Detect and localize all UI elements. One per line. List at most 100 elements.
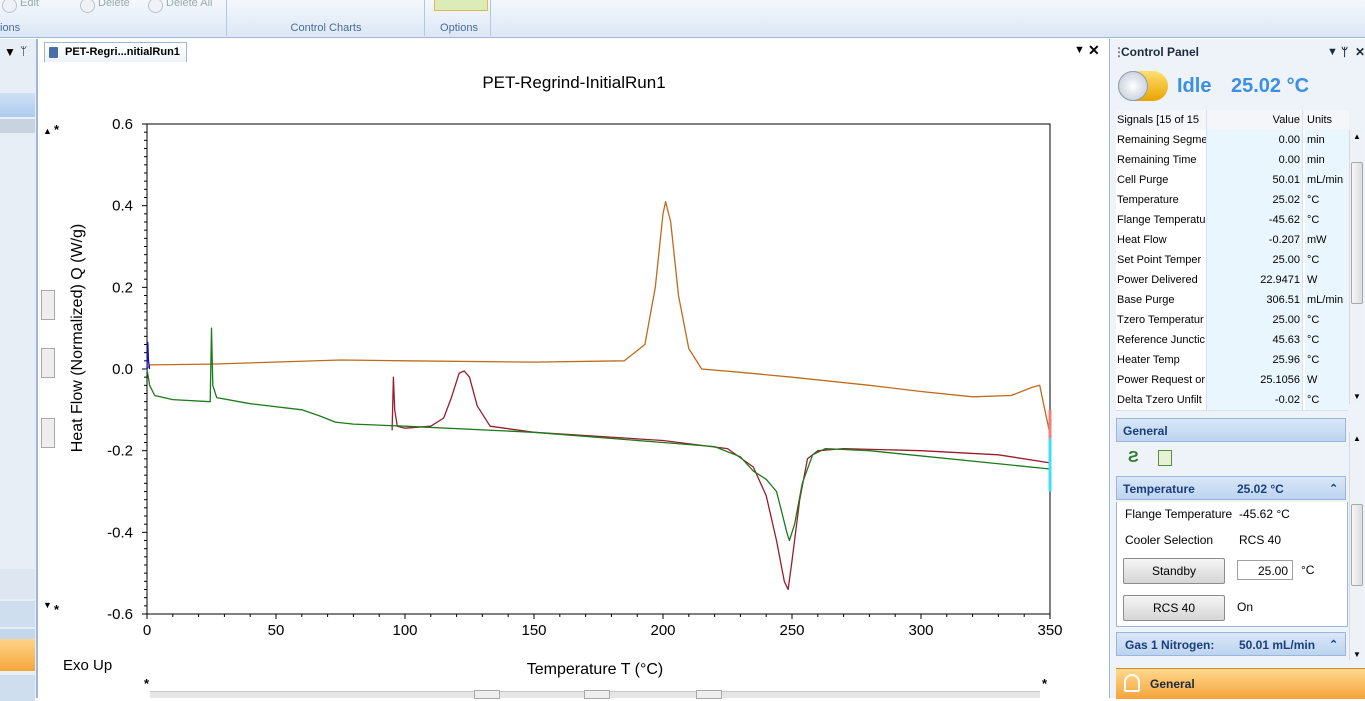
signal-row[interactable]: Power Delivered 22.9471 W	[1116, 270, 1349, 291]
signal-value: 25.02	[1207, 190, 1303, 210]
x-axis-label: Temperature T (°C)	[527, 661, 664, 678]
series-line-1[interactable]	[146, 200, 1051, 435]
chevron-down-icon[interactable]: ▼	[1327, 42, 1338, 62]
ribbon-group-caption: ions	[0, 22, 21, 34]
signal-name: Tzero Temperatur	[1117, 310, 1207, 330]
left-dock-active-tab[interactable]	[0, 639, 35, 671]
document-menu-chevron-icon[interactable]: ▼	[1074, 44, 1085, 56]
left-dock-item[interactable]	[0, 675, 35, 701]
signal-row[interactable]: Base Purge 306.51 mL/min	[1116, 290, 1349, 311]
rcs-40-button[interactable]: RCS 40	[1123, 595, 1225, 621]
signal-name: Temperature	[1117, 190, 1207, 210]
cooler-selection-label: Cooler Selection	[1125, 533, 1214, 547]
cursor-marker-icon[interactable]: *	[1042, 676, 1047, 691]
left-dock-item[interactable]	[0, 601, 35, 627]
cursor-marker-icon[interactable]: *	[144, 676, 149, 691]
signals-scrollbar[interactable]: ▲ ▼	[1349, 130, 1364, 404]
document-tab[interactable]: PET-Regri...nitialRun1	[44, 42, 187, 62]
ribbon-group-left: Edit Delete Delete All ions	[0, 0, 227, 36]
signal-row[interactable]: Flange Temperatu -45.62 °C	[1116, 210, 1349, 231]
signal-value: 306.51	[1207, 290, 1303, 310]
left-dock-item[interactable]	[0, 569, 35, 599]
signal-row[interactable]: Reference Junctic 45.63 °C	[1116, 330, 1349, 351]
signal-row[interactable]: Remaining Segme 0.00 min	[1116, 130, 1349, 151]
temperature-section-value: 25.02 °C	[1237, 482, 1284, 496]
edit-button[interactable]: Edit	[2, 0, 39, 13]
signal-name: Remaining Segme	[1117, 130, 1207, 150]
close-icon[interactable]: ✕	[1355, 42, 1365, 62]
left-dock-item[interactable]	[0, 119, 35, 133]
signal-units: °C	[1305, 250, 1349, 270]
collapse-icon[interactable]: ⌃	[1329, 633, 1338, 657]
delete-all-button[interactable]: Delete All	[148, 0, 212, 13]
heat-flow-chart[interactable]: PET-Regrind-InitialRun1 0 50 100 150 200 250 3…	[40, 62, 1100, 698]
left-dock-panel: ▼ ᛘ	[0, 39, 37, 701]
signal-units: °C	[1305, 310, 1349, 330]
y-axis-label: Heat Flow (Normalized) Q (W/g)	[69, 224, 86, 452]
signal-row[interactable]: Set Point Temper 25.00 °C	[1116, 250, 1349, 271]
control-scrollbar[interactable]: ▲ ▼	[1349, 432, 1364, 660]
plot-frame	[146, 123, 1051, 615]
plot-area	[146, 123, 1051, 615]
temperature-section-header[interactable]: Temperature 25.02 °C ⌃	[1116, 476, 1346, 500]
signal-row[interactable]: Remaining Time 0.00 min	[1116, 150, 1349, 171]
series-line-2[interactable]	[391, 370, 1051, 591]
scrollbar-thumb[interactable]	[1351, 504, 1363, 586]
signal-name: Delta Tzero Unfilt	[1117, 390, 1207, 410]
gas-section-value: 50.01 mL/min	[1239, 638, 1316, 652]
signal-units: °C	[1305, 210, 1349, 230]
column-header-signal[interactable]: Signals [15 of 15	[1117, 110, 1207, 130]
signal-row[interactable]: Power Request or 25.1056 W	[1116, 370, 1349, 391]
signal-value: 50.01	[1207, 170, 1303, 190]
instrument-icon	[1118, 71, 1148, 101]
chevron-down-icon[interactable]: ▼	[4, 45, 16, 59]
scroll-up-icon[interactable]: ▲	[1353, 434, 1361, 443]
y-tick-label: -0.6	[107, 606, 133, 623]
series-line-3[interactable]	[146, 327, 1051, 542]
general-section-header[interactable]: General	[1116, 418, 1346, 442]
signal-row[interactable]: Temperature 25.02 °C	[1116, 190, 1349, 211]
x-tick-label: 250	[779, 622, 804, 639]
pin-icon[interactable]: ᛘ	[1341, 42, 1348, 62]
pin-icon[interactable]: ᛘ	[20, 44, 27, 58]
gas-section-header[interactable]: Gas 1 Nitrogen: 50.01 mL/min ⌃	[1116, 632, 1346, 656]
scroll-down-icon[interactable]: ▼	[1353, 650, 1361, 659]
scroll-up-icon[interactable]: ▲	[1353, 132, 1361, 141]
signal-value: 25.1056	[1207, 370, 1303, 390]
left-dock-selected-item[interactable]	[0, 93, 35, 117]
signal-row[interactable]: Delta Tzero Unfilt -0.02 °C	[1116, 390, 1349, 411]
setpoint-temperature-input[interactable]: 25.00	[1237, 560, 1293, 580]
scroll-down-icon[interactable]: ▼	[1353, 392, 1361, 401]
notes-icon[interactable]	[1158, 450, 1172, 466]
status-temperature: 25.02 °C	[1231, 75, 1310, 97]
x-tick-label: 50	[268, 622, 285, 639]
gas-section-label: Gas 1 Nitrogen:	[1125, 638, 1215, 652]
ribbon: Edit Delete Delete All ions Control Char…	[0, 0, 1365, 38]
y-tick-label: 0.6	[112, 116, 133, 133]
signal-value: -0.02	[1207, 390, 1303, 410]
signal-row[interactable]: Heater Temp 25.96 °C	[1116, 350, 1349, 371]
options-button[interactable]	[434, 0, 488, 11]
document-tab-title: PET-Regri...nitialRun1	[65, 46, 180, 58]
column-header-value[interactable]: Value	[1207, 110, 1303, 130]
signal-units: min	[1305, 130, 1349, 150]
y-tick-label: -0.4	[107, 524, 133, 541]
signal-units: °C	[1305, 390, 1349, 410]
general-footer-tab[interactable]: General	[1116, 668, 1365, 699]
signal-units: °C	[1305, 190, 1349, 210]
x-tick-label: 0	[143, 622, 151, 639]
signal-units: min	[1305, 150, 1349, 170]
signal-row[interactable]: Cell Purge 50.01 mL/min	[1116, 170, 1349, 191]
signal-units: mW	[1305, 230, 1349, 250]
close-document-icon[interactable]: ✕	[1088, 42, 1100, 59]
standby-button[interactable]: Standby	[1123, 558, 1225, 584]
series-line-4[interactable]	[146, 341, 151, 370]
y-tick-label: 0.0	[112, 361, 133, 378]
delete-button[interactable]: Delete	[80, 0, 130, 13]
signal-row[interactable]: Tzero Temperatur 25.00 °C	[1116, 310, 1349, 331]
scrollbar-thumb[interactable]	[1351, 162, 1363, 304]
column-header-units[interactable]: Units	[1305, 110, 1349, 130]
collapse-icon[interactable]: ⌃	[1329, 477, 1338, 501]
refresh-icon[interactable]: Ƨ	[1128, 449, 1139, 467]
signal-row[interactable]: Heat Flow -0.207 mW	[1116, 230, 1349, 251]
